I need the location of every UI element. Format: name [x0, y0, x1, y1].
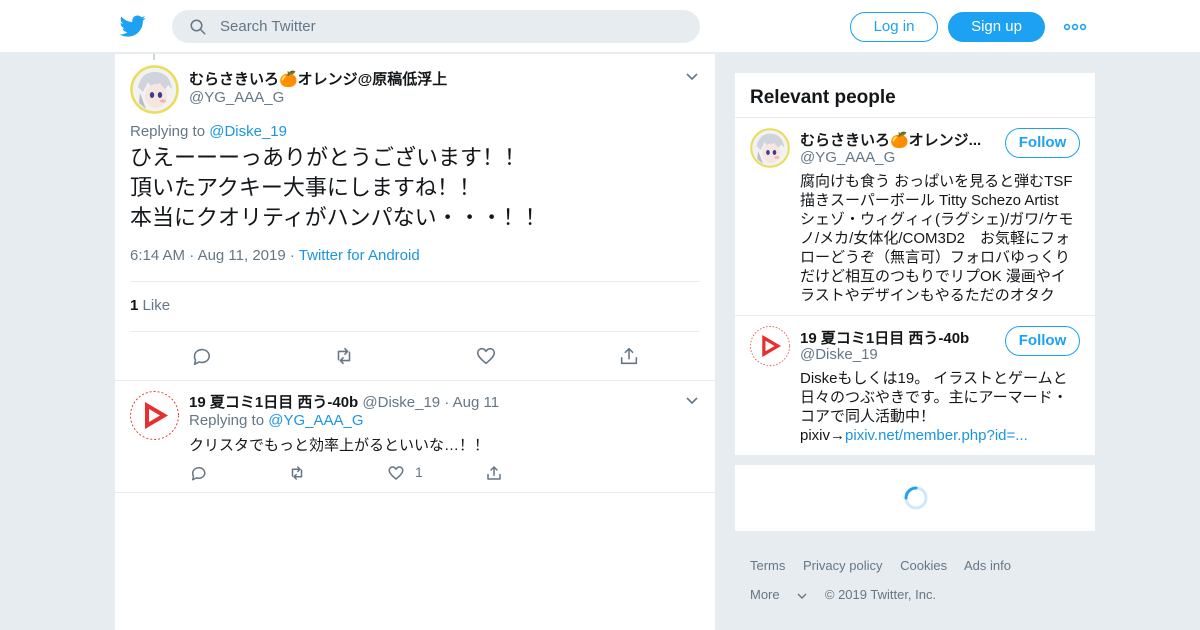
avatar[interactable]	[750, 326, 790, 366]
relevant-people-title: Relevant people	[750, 87, 896, 108]
timeline-column: むらさきいろ🍊オレンジ@原稿低浮上 @YG_AAA_G Replying to …	[115, 54, 715, 630]
twitter-bird-logo-icon[interactable]	[120, 13, 146, 39]
like-stat-label: Like	[142, 297, 171, 314]
person-bio: Diskeもしくは19。 イラストとゲームと 日々のつぶやきです。主にアーマード…	[800, 369, 1080, 445]
loading-spinner-icon	[904, 486, 928, 510]
footer-link-ads-info[interactable]: Ads info	[964, 558, 1011, 573]
bio-line: 描きスーパーボール Titty Schezo Artist	[800, 192, 1059, 209]
reply-author-name[interactable]: 19 夏コミ1日目 西う-40b	[189, 394, 358, 411]
search-input[interactable]	[220, 10, 680, 43]
bio-line: ローどうぞ（無言可）フォロバゆっくり	[800, 249, 1071, 266]
divider	[115, 380, 715, 381]
bio-line: シェゾ・ウィグィィ(ラグシェ)/ガワ/ケモ	[800, 211, 1074, 228]
reply-icon[interactable]	[190, 345, 212, 367]
footer-secondary: More © 2019 Twitter, Inc.	[750, 587, 950, 602]
person-name[interactable]: 19 夏コミ1日目 西う-40b	[800, 327, 969, 348]
bio-link[interactable]: pixiv.net/member.php?id=...	[845, 427, 1028, 444]
relevant-people-card: Relevant people むらさきいろ🍊オレンジ... @YG_AAA_G…	[735, 73, 1095, 455]
retweet-icon[interactable]	[288, 464, 306, 482]
footer-link-terms[interactable]: Terms	[750, 558, 785, 573]
divider	[130, 281, 700, 282]
replying-to-label: Replying to	[130, 123, 206, 140]
reply-replying-to-line: Replying to @YG_AAA_G	[189, 412, 364, 429]
reply-like-count: 1	[415, 464, 423, 480]
divider	[735, 117, 1095, 118]
divider	[130, 331, 700, 332]
avatar[interactable]	[130, 65, 179, 114]
tweet-text: ひえーーーっありがとうございます！！ 頂いたアクキー大事にしますね！！ 本当にク…	[130, 143, 547, 233]
reply-icon[interactable]	[189, 464, 207, 482]
footer-link-privacy[interactable]: Privacy policy	[803, 558, 882, 573]
tweet-source-link[interactable]: Twitter for Android	[299, 247, 420, 264]
separator-dot: ·	[444, 394, 453, 411]
tweet-text-line: 本当にクオリティがハンパない・・・！！	[130, 205, 547, 230]
anime-avatar-icon	[750, 128, 790, 168]
footer-more-button[interactable]: More	[750, 587, 807, 602]
bio-line: Diskeもしくは19。 イラストとゲームと	[800, 370, 1068, 387]
tweet-author-name[interactable]: むらさきいろ🍊オレンジ@原稿低浮上	[189, 68, 447, 89]
bio-line: コアで同人活動中！	[800, 408, 936, 425]
reply-header: 19 夏コミ1日目 西う-40b @Diske_19 · Aug 11	[189, 391, 499, 412]
share-icon[interactable]	[485, 464, 503, 482]
replying-to-label: Replying to	[189, 412, 265, 429]
separator-dot: ·	[289, 247, 299, 264]
like-heart-icon[interactable]	[475, 345, 497, 367]
divider	[735, 315, 1095, 316]
play-logo-avatar-icon	[130, 391, 179, 440]
person-handle[interactable]: @YG_AAA_G	[800, 149, 895, 166]
bio-line: pixiv→pixiv.net/member.php?id=...	[800, 426, 1080, 445]
chevron-down-icon[interactable]	[685, 396, 699, 406]
loading-card	[735, 465, 1095, 531]
chevron-down-icon[interactable]	[685, 72, 699, 82]
footer-more-label: More	[750, 587, 780, 602]
more-options-icon[interactable]	[1063, 17, 1087, 37]
like-count: 1	[130, 297, 139, 314]
tweet-text-line: ひえーーーっありがとうございます！！	[130, 145, 527, 170]
replying-to-handle-link[interactable]: @Diske_19	[209, 123, 287, 140]
follow-button[interactable]: Follow	[1005, 128, 1080, 158]
bio-line: 腐向けも食う おっぱいを見ると弾むTSF	[800, 173, 1073, 190]
avatar[interactable]	[750, 128, 790, 168]
retweet-icon[interactable]	[333, 345, 355, 367]
login-button[interactable]: Log in	[850, 12, 938, 42]
play-logo-avatar-icon	[750, 326, 790, 366]
tweet-author-handle[interactable]: @YG_AAA_G	[189, 89, 284, 106]
bio-line: ラストやデザインもやるただのオタク	[800, 287, 1055, 304]
tweet-date[interactable]: Aug 11, 2019	[198, 247, 286, 264]
footer-link-cookies[interactable]: Cookies	[900, 558, 947, 573]
chevron-down-icon	[797, 593, 807, 599]
search-icon	[190, 19, 206, 35]
reply-text: クリスタでもっと効率上がるといいな…！！	[189, 437, 490, 454]
bio-line: ノ/メカ/女体化/COM3D2 お気軽にフォ	[800, 230, 1071, 247]
reply-date[interactable]: Aug 11	[453, 394, 499, 411]
like-stat[interactable]: 1 Like	[130, 297, 170, 314]
thread-connector-line	[153, 54, 155, 60]
bio-line: 日々のつぶやきです。主にアーマード・	[800, 389, 1068, 406]
top-navigation-bar: Log in Sign up	[0, 0, 1200, 53]
footer-links: Terms Privacy policy Cookies Ads info	[750, 558, 1025, 573]
replying-to-line: Replying to @Diske_19	[130, 123, 287, 140]
divider	[115, 492, 715, 493]
person-handle[interactable]: @Diske_19	[800, 346, 878, 363]
share-icon[interactable]	[618, 345, 640, 367]
follow-button[interactable]: Follow	[1005, 326, 1080, 356]
like-heart-icon[interactable]	[387, 464, 405, 482]
tweet-timestamp-line: 6:14 AM · Aug 11, 2019 · Twitter for And…	[130, 247, 420, 264]
person-name[interactable]: むらさきいろ🍊オレンジ...	[800, 129, 981, 150]
tweet-time[interactable]: 6:14 AM	[130, 247, 185, 264]
separator-dot: ·	[189, 247, 198, 264]
bio-prefix: pixiv→	[800, 427, 846, 444]
tweet-text-line: 頂いたアクキー大事にしますね！！	[130, 175, 481, 200]
search-box[interactable]	[172, 10, 700, 43]
reply-author-handle[interactable]: @Diske_19	[362, 394, 440, 411]
copyright: © 2019 Twitter, Inc.	[824, 587, 937, 602]
avatar[interactable]	[130, 391, 179, 440]
replying-to-handle-link[interactable]: @YG_AAA_G	[268, 412, 363, 429]
signup-button[interactable]: Sign up	[948, 12, 1045, 42]
bio-line: だけど相互のつもりでリプOK 漫画やイ	[800, 268, 1066, 285]
anime-avatar-icon	[130, 65, 179, 114]
person-bio: 腐向けも食う おっぱいを見ると弾むTSF 描きスーパーボール Titty Sch…	[800, 172, 1080, 305]
